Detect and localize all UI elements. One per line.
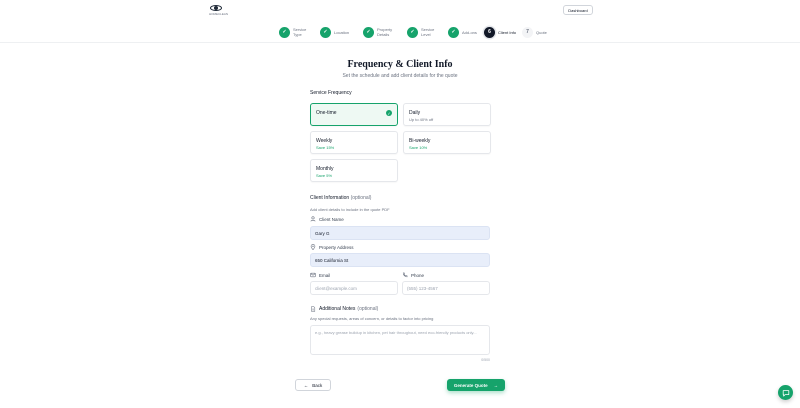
generate-quote-button[interactable]: Generate Quote → bbox=[447, 379, 505, 391]
option-name: Bi-weekly bbox=[409, 138, 431, 144]
frequency-option-weekly[interactable]: Weekly Save 15% bbox=[310, 131, 398, 154]
property-address-value: 650 California St bbox=[315, 257, 349, 263]
client-name-input[interactable]: Gary G bbox=[310, 226, 490, 240]
step-location[interactable]: ✓ Location bbox=[320, 25, 352, 39]
email-input[interactable]: client@example.com bbox=[310, 281, 398, 295]
page-title: Frequency & Client Info bbox=[347, 59, 453, 70]
email-label: Email bbox=[310, 272, 330, 278]
map-pin-icon bbox=[310, 244, 316, 250]
step-service-level[interactable]: ✓ Service Level bbox=[407, 25, 439, 39]
chat-bubble-icon bbox=[782, 389, 789, 396]
client-name-label-text: Client Name bbox=[319, 216, 344, 222]
document-icon bbox=[310, 306, 316, 312]
frequency-option-one-time[interactable]: One-time ✓ bbox=[310, 103, 398, 126]
frequency-option-daily[interactable]: Daily Up to 40% off bbox=[403, 103, 491, 126]
notes-helper: Any special requests, areas of concern, … bbox=[310, 316, 434, 321]
frequency-option-monthly[interactable]: Monthly Save 5% bbox=[310, 159, 398, 182]
step-property-details[interactable]: ✓ Property Details bbox=[363, 25, 395, 39]
step-number: 6 bbox=[484, 26, 495, 38]
phone-placeholder: (555) 123-4567 bbox=[407, 285, 438, 291]
mail-icon bbox=[310, 272, 316, 278]
step-label: Property Details bbox=[377, 27, 393, 37]
generate-quote-label: Generate Quote bbox=[453, 382, 488, 388]
progress-stepper: ✓ Service Type ✓ Location ✓ Property Det… bbox=[0, 21, 800, 43]
step-label: Client Info bbox=[498, 29, 517, 35]
option-name: One-time bbox=[316, 110, 337, 116]
top-bar: HOMECLEAN Dashboard bbox=[0, 0, 800, 20]
client-info-label: Client Information (optional) bbox=[310, 195, 371, 201]
user-icon bbox=[310, 216, 316, 222]
option-note: Save 15% bbox=[316, 145, 335, 150]
step-number: 7 bbox=[522, 26, 533, 38]
email-placeholder: client@example.com bbox=[315, 285, 357, 291]
optional-tag: (optional) bbox=[350, 195, 372, 201]
property-address-label-text: Property Address bbox=[319, 244, 354, 250]
brand-logo[interactable]: HOMECLEAN bbox=[207, 4, 229, 16]
option-note: Save 5% bbox=[316, 173, 333, 178]
check-icon: ✓ bbox=[448, 26, 459, 38]
property-address-label: Property Address bbox=[310, 244, 354, 250]
step-service-type[interactable]: ✓ Service Type bbox=[279, 25, 311, 39]
option-note: Up to 40% off bbox=[409, 117, 434, 122]
notes-label: Additional Notes (optional) bbox=[310, 306, 378, 312]
step-quote[interactable]: 7 Quote bbox=[522, 25, 554, 39]
arrow-left-icon: ← bbox=[303, 382, 309, 388]
check-icon: ✓ bbox=[320, 26, 331, 38]
phone-label-text: Phone bbox=[411, 272, 425, 278]
character-counter: 0/500 bbox=[481, 358, 490, 362]
option-name: Daily bbox=[409, 110, 421, 116]
phone-label: Phone bbox=[402, 272, 424, 278]
dashboard-button[interactable]: Dashboard bbox=[563, 5, 593, 15]
email-label-text: Email bbox=[319, 272, 331, 278]
notes-placeholder: e.g., heavy grease buildup in kitchen, p… bbox=[315, 330, 477, 335]
page-subtitle: Set the schedule and add client details … bbox=[342, 73, 458, 79]
step-add-ons[interactable]: ✓ Add-ons bbox=[448, 25, 480, 39]
phone-icon bbox=[402, 272, 408, 278]
frequency-option-bi-weekly[interactable]: Bi-weekly Save 10% bbox=[403, 131, 491, 154]
logo-pupil bbox=[214, 6, 218, 10]
step-label: Quote bbox=[536, 29, 547, 35]
frequency-label: Service Frequency bbox=[310, 90, 352, 96]
logo-text: HOMECLEAN bbox=[209, 12, 229, 16]
arrow-right-icon: → bbox=[493, 382, 499, 388]
check-icon: ✓ bbox=[407, 26, 418, 38]
phone-input[interactable]: (555) 123-4567 bbox=[402, 281, 490, 295]
check-icon: ✓ bbox=[363, 26, 374, 38]
step-label: Location bbox=[334, 29, 350, 35]
chat-button[interactable] bbox=[778, 385, 793, 400]
notes-heading: Additional Notes bbox=[319, 306, 356, 312]
step-label: Service Type bbox=[293, 27, 307, 37]
check-icon: ✓ bbox=[386, 110, 392, 116]
step-client-info[interactable]: 6 Client Info bbox=[484, 25, 516, 39]
step-label: Service Level bbox=[421, 27, 435, 37]
client-name-label: Client Name bbox=[310, 216, 344, 222]
client-info-heading: Client Information bbox=[310, 195, 350, 201]
check-icon: ✓ bbox=[279, 26, 290, 38]
client-name-value: Gary G bbox=[315, 230, 330, 236]
back-button-label: Back bbox=[312, 382, 323, 388]
notes-textarea[interactable]: e.g., heavy grease buildup in kitchen, p… bbox=[310, 325, 490, 355]
option-note: Save 10% bbox=[409, 145, 428, 150]
client-info-helper: Add client details to include in the quo… bbox=[310, 207, 390, 212]
option-name: Weekly bbox=[316, 138, 333, 144]
optional-tag: (optional) bbox=[357, 306, 379, 312]
step-label: Add-ons bbox=[462, 29, 477, 35]
property-address-input[interactable]: 650 California St bbox=[310, 253, 490, 267]
back-button[interactable]: ← Back bbox=[295, 379, 331, 391]
option-name: Monthly bbox=[316, 166, 334, 172]
